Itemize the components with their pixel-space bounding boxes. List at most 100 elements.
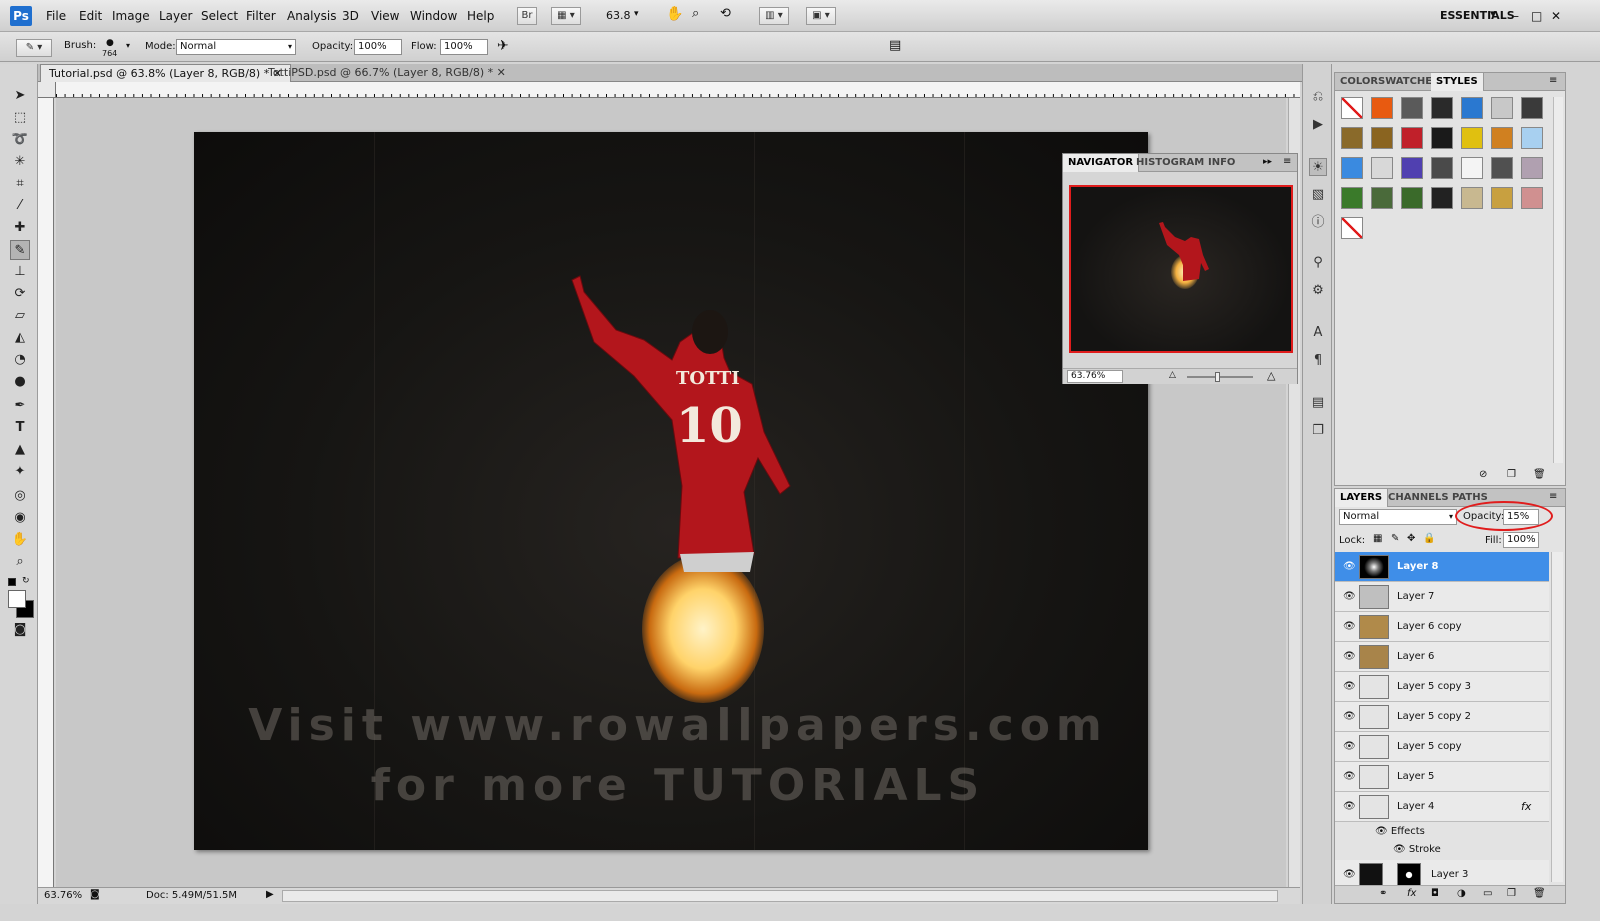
hand-tool-icon[interactable]: ✋: [666, 6, 683, 22]
new-style-icon[interactable]: ❐: [1507, 469, 1516, 480]
airbrush-icon[interactable]: ✈: [497, 38, 509, 54]
style-swatch[interactable]: [1371, 127, 1393, 149]
zoom-level[interactable]: 63.8: [606, 9, 631, 22]
horizontal-scrollbar[interactable]: [282, 890, 1278, 902]
default-colors-icon[interactable]: [8, 578, 16, 586]
flow-field[interactable]: 100%: [440, 39, 488, 55]
layer-row[interactable]: 👁 Layer 5: [1335, 762, 1549, 792]
opacity-field[interactable]: 100%: [354, 39, 402, 55]
zoom-in-icon[interactable]: △: [1267, 369, 1275, 382]
blend-mode-select[interactable]: Normal ▾: [1339, 509, 1457, 525]
style-swatch[interactable]: [1431, 157, 1453, 179]
style-swatch[interactable]: [1401, 187, 1423, 209]
add-style-icon[interactable]: fx: [1407, 888, 1416, 899]
style-swatch[interactable]: [1491, 127, 1513, 149]
lock-all-icon[interactable]: 🔒: [1423, 533, 1435, 544]
navigator-preview[interactable]: [1069, 185, 1293, 353]
zoom-out-icon[interactable]: △: [1169, 370, 1176, 380]
add-mask-icon[interactable]: ◘: [1431, 888, 1439, 899]
style-swatch[interactable]: [1371, 97, 1393, 119]
style-swatch[interactable]: [1461, 157, 1483, 179]
style-swatch[interactable]: [1491, 97, 1513, 119]
lock-transparency-icon[interactable]: ▦: [1373, 533, 1382, 544]
style-swatch[interactable]: [1341, 97, 1363, 119]
brush-tool-icon[interactable]: ✎: [10, 240, 30, 260]
layer-row[interactable]: 👁 Layer 5 copy: [1335, 732, 1549, 762]
tab-tottipsd[interactable]: TottiPSD.psd @ 66.7% (Layer 8, RGB/8) * …: [260, 64, 514, 82]
document-canvas[interactable]: TOTTI 10 Visit www.rowallpapers.com for …: [194, 132, 1148, 850]
paragraph-panel-icon[interactable]: ¶: [1309, 352, 1327, 370]
path-selection-icon[interactable]: ▲: [10, 440, 30, 460]
menu-filter[interactable]: Filter: [246, 9, 276, 23]
lock-pixels-icon[interactable]: ✎: [1391, 533, 1399, 544]
tab-histogram[interactable]: HISTOGRAM: [1131, 154, 1209, 172]
zoom-slider[interactable]: [1187, 376, 1253, 378]
menu-3d[interactable]: 3D: [342, 9, 359, 23]
style-swatch[interactable]: [1521, 97, 1543, 119]
brush-panel-icon[interactable]: ▤: [889, 38, 901, 53]
layer-row[interactable]: 👁 Layer 6 copy: [1335, 612, 1549, 642]
style-swatch[interactable]: [1341, 127, 1363, 149]
brush-dropdown-icon[interactable]: ▾: [126, 41, 130, 50]
character-panel-icon[interactable]: A: [1309, 324, 1327, 342]
quick-mask-icon[interactable]: ◙: [10, 620, 30, 640]
menu-analysis[interactable]: Analysis: [287, 9, 336, 23]
menu-edit[interactable]: Edit: [79, 9, 102, 23]
pen-tool-icon[interactable]: ✒: [10, 396, 30, 416]
style-swatch[interactable]: [1491, 187, 1513, 209]
new-group-icon[interactable]: ▭: [1483, 888, 1492, 899]
style-swatch[interactable]: [1401, 97, 1423, 119]
visibility-eye-icon[interactable]: 👁: [1343, 741, 1356, 753]
menu-select[interactable]: Select: [201, 9, 238, 23]
layers-scrollbar[interactable]: [1551, 552, 1563, 882]
stroke-eye-icon[interactable]: 👁: [1393, 844, 1406, 855]
view-extras-button[interactable]: ▦ ▾: [551, 7, 581, 25]
panel-menu-icon[interactable]: ≡: [1283, 156, 1291, 167]
link-layers-icon[interactable]: ⚭: [1379, 888, 1387, 899]
effects-row[interactable]: 👁 Effects: [1375, 826, 1425, 837]
layer-row[interactable]: 👁 Layer 8: [1335, 552, 1549, 582]
status-menu-arrow-icon[interactable]: ▶: [266, 889, 274, 900]
menu-help[interactable]: Help: [467, 9, 494, 23]
paint-bucket-icon[interactable]: ◭: [10, 328, 30, 348]
tab-info[interactable]: INFO: [1203, 154, 1240, 172]
close-icon[interactable]: ✕: [497, 66, 506, 79]
workspace-switcher[interactable]: ESSENTIALS: [1440, 9, 1515, 22]
zoom-tool-icon[interactable]: ⌕: [692, 6, 699, 21]
style-swatch[interactable]: [1341, 157, 1363, 179]
visibility-eye-icon[interactable]: 👁: [1343, 711, 1356, 723]
layer-row[interactable]: 👁 Layer 5 copy 3: [1335, 672, 1549, 702]
style-swatch[interactable]: [1461, 97, 1483, 119]
mode-select[interactable]: Normal ▾: [176, 39, 296, 55]
visibility-eye-icon[interactable]: 👁: [1343, 561, 1356, 573]
delete-layer-icon[interactable]: 🗑: [1533, 888, 1546, 899]
lock-position-icon[interactable]: ✥: [1407, 533, 1415, 544]
style-swatch[interactable]: [1431, 187, 1453, 209]
3d-rotate-icon[interactable]: ◎: [10, 486, 30, 506]
move-tool-icon[interactable]: ➤: [10, 86, 30, 106]
masks-panel-icon[interactable]: ▧: [1309, 186, 1327, 204]
style-swatch[interactable]: [1521, 187, 1543, 209]
screen-mode-button[interactable]: ▣ ▾: [806, 7, 836, 25]
menu-view[interactable]: View: [371, 9, 399, 23]
rotate-view-icon[interactable]: ⟲: [720, 6, 731, 21]
tool-presets-icon[interactable]: ⚙: [1309, 282, 1327, 300]
zoom-tool-icon[interactable]: ⌕: [10, 552, 30, 572]
history-panel-icon[interactable]: ⎌: [1309, 88, 1327, 106]
style-swatch[interactable]: [1371, 187, 1393, 209]
visibility-eye-icon[interactable]: 👁: [1343, 801, 1356, 813]
tab-tutorial[interactable]: Tutorial.psd @ 63.8% (Layer 8, RGB/8) * …: [40, 64, 291, 82]
menu-file[interactable]: File: [46, 9, 66, 23]
menu-image[interactable]: Image: [112, 9, 150, 23]
minimize-button[interactable]: –: [1513, 9, 1519, 23]
style-swatch[interactable]: [1431, 127, 1453, 149]
tool-preset-picker[interactable]: ✎ ▾: [16, 39, 52, 57]
visibility-eye-icon[interactable]: 👁: [1343, 651, 1356, 663]
workspace-dropdown-icon[interactable]: ▾: [1490, 9, 1495, 19]
lasso-tool-icon[interactable]: ➰: [10, 130, 30, 150]
ruler-origin[interactable]: [38, 82, 56, 98]
layer-comps-icon[interactable]: ▤: [1309, 394, 1327, 412]
crop-tool-icon[interactable]: ⌗: [10, 174, 30, 194]
style-swatch[interactable]: [1401, 157, 1423, 179]
tab-layers[interactable]: LAYERS: [1335, 489, 1389, 507]
